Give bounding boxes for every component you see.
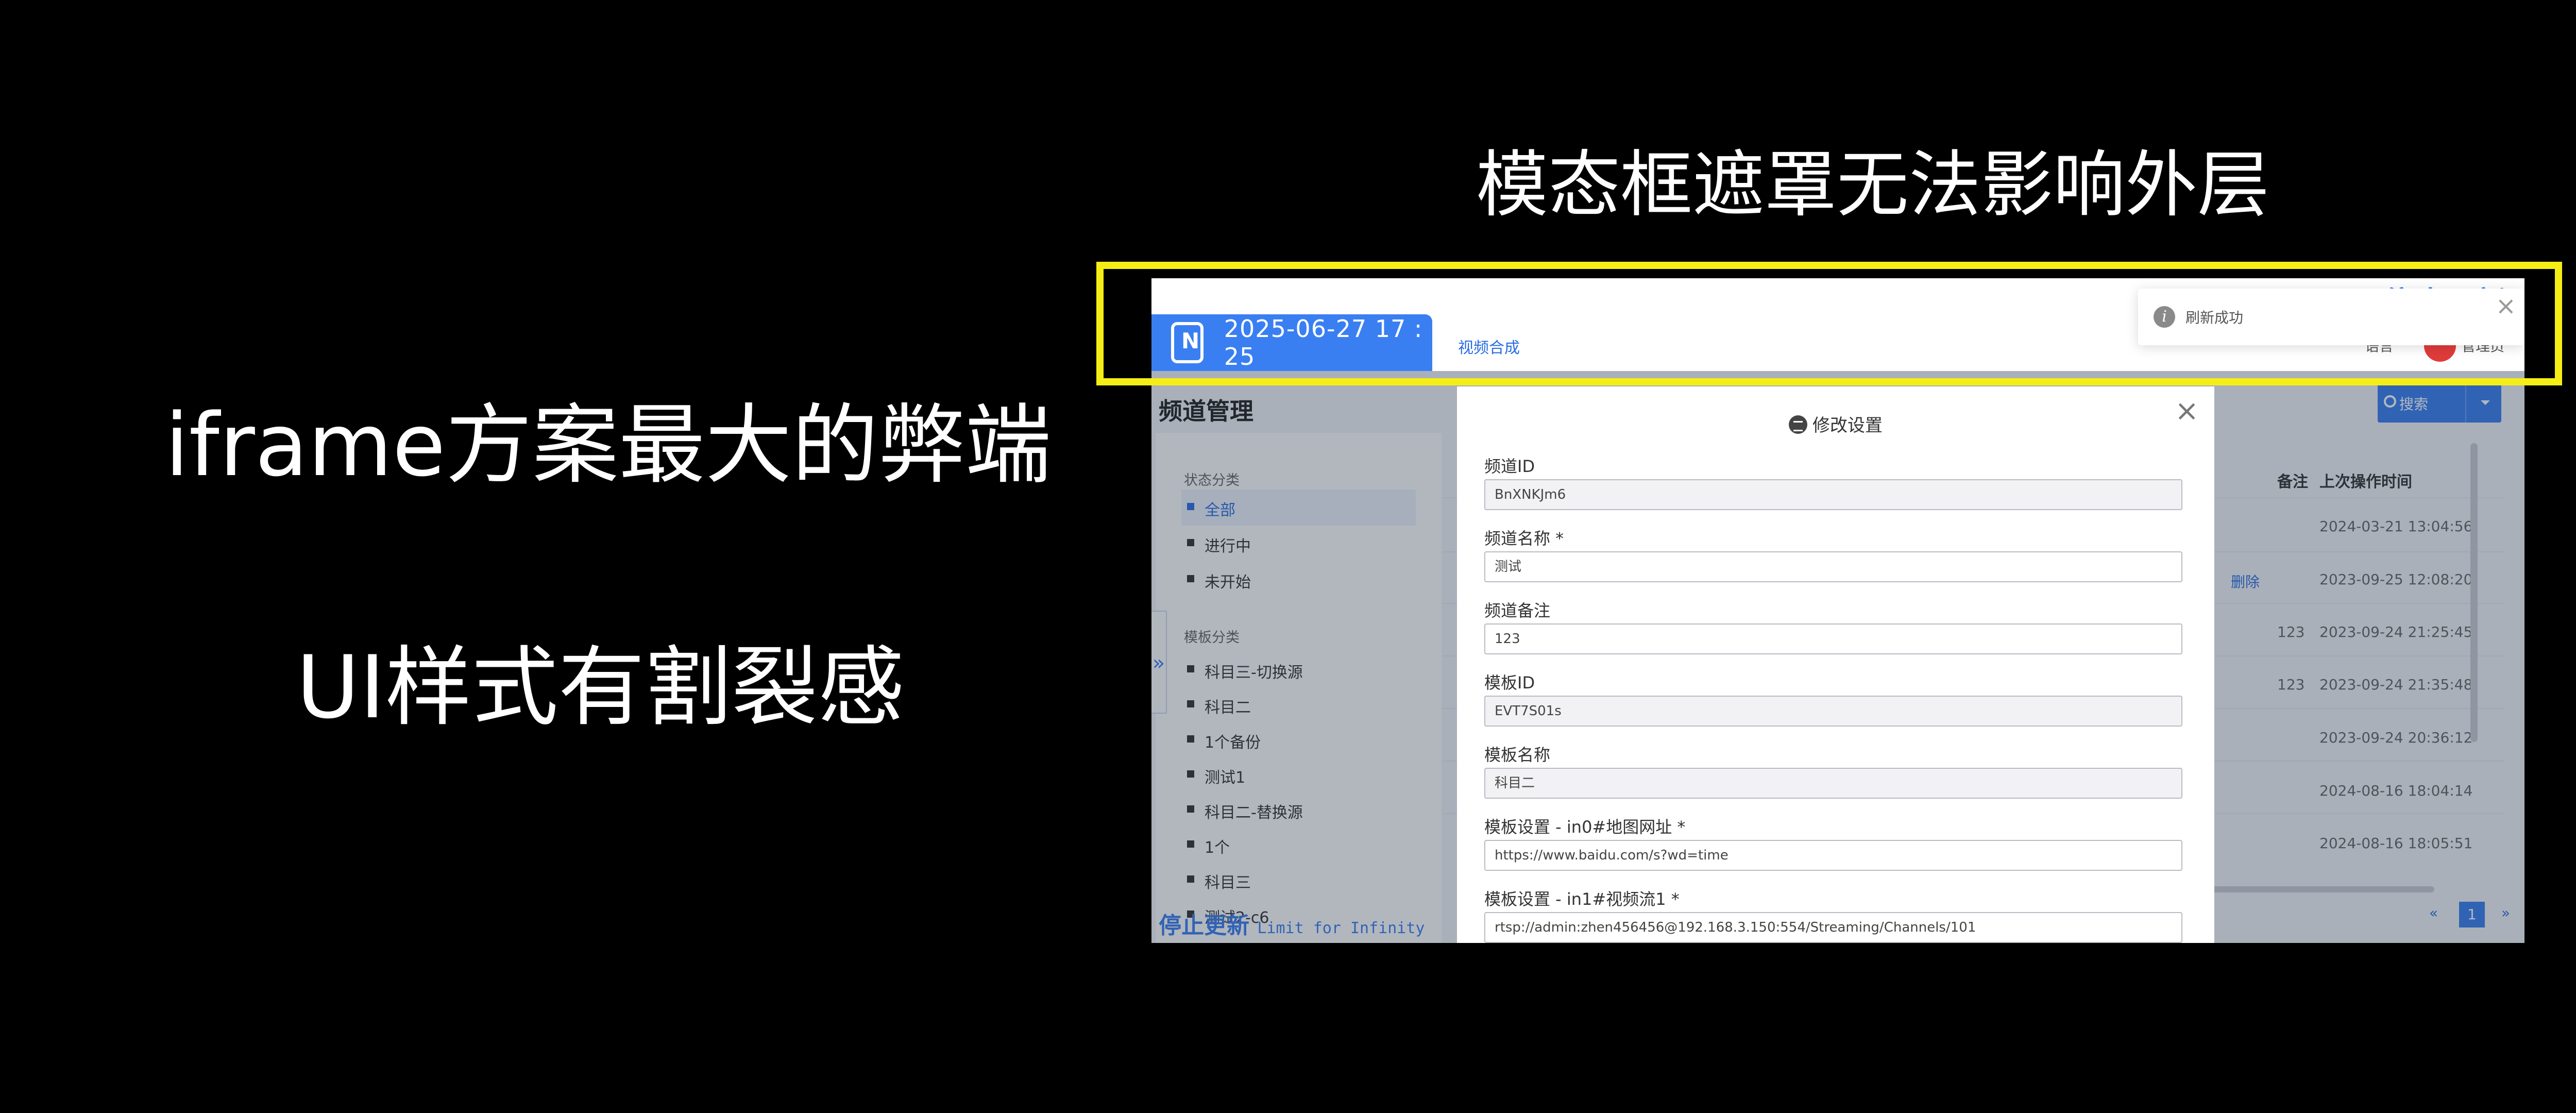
field-label-template-id: 模板ID: [1484, 673, 1535, 693]
nav-link-video-compose[interactable]: 视频合成: [1458, 335, 1520, 358]
modal-title-text: 修改设置: [1812, 415, 1883, 436]
template-name-field[interactable]: 科目二: [1484, 768, 2182, 799]
datetime-text: 2025-06-27 17 : 25: [1224, 315, 1423, 370]
toast-close-icon[interactable]: ×: [2496, 294, 2516, 318]
info-icon: i: [2154, 306, 2175, 328]
template-id-field[interactable]: EVT7S01s: [1484, 696, 2182, 727]
datetime-pill: 2025-06-27 17 : 25: [1151, 314, 1432, 371]
field-label-channel-note: 频道备注: [1484, 601, 1551, 620]
channel-id-field[interactable]: BnXNKJm6: [1484, 479, 2182, 510]
slide-title-left: iframe方案最大的弊端: [165, 395, 1052, 496]
map-url-field[interactable]: https://www.baidu.com/s?wd=time: [1484, 840, 2182, 871]
channel-name-field[interactable]: 测试: [1484, 551, 2182, 582]
modal-title: 修改设置: [1457, 411, 2214, 436]
field-label-template-name: 模板名称: [1484, 745, 1551, 765]
slide-title-right: 模态框遮罩无法影响外层: [1476, 143, 2270, 227]
channel-note-field[interactable]: 123: [1484, 623, 2182, 654]
main-content: 频道管理 状态分类 全部 进行中 未开始 模板分类 科目三-切换源 科目二 1个…: [1151, 371, 2524, 943]
app-screenshot: 停止更新 2025-06-27 17 : 25 视频合成 语言 管理员 i 刷新…: [1151, 278, 2524, 943]
field-label-channel-name: 频道名称 *: [1484, 529, 1564, 548]
field-label-map-url: 模板设置 - in0#地图网址 *: [1484, 817, 1686, 837]
edit-settings-modal: × 修改设置 频道ID BnXNKJm6 频道名称 * 测试 频道备注 123 …: [1457, 386, 2214, 943]
field-label-video-stream: 模板设置 - in1#视频流1 *: [1484, 889, 1680, 909]
app-logo-icon: [1171, 322, 1204, 363]
field-label-channel-id: 频道ID: [1484, 457, 1535, 476]
toast-message: 刷新成功: [2185, 309, 2244, 326]
settings-icon: [1789, 415, 1807, 434]
toast-notification: i 刷新成功 ×: [2138, 289, 2524, 345]
video-stream-field[interactable]: rtsp://admin:zhen456456@192.168.3.150:55…: [1484, 912, 2182, 943]
slide-subtitle-left: UI样式有割裂感: [296, 637, 905, 738]
